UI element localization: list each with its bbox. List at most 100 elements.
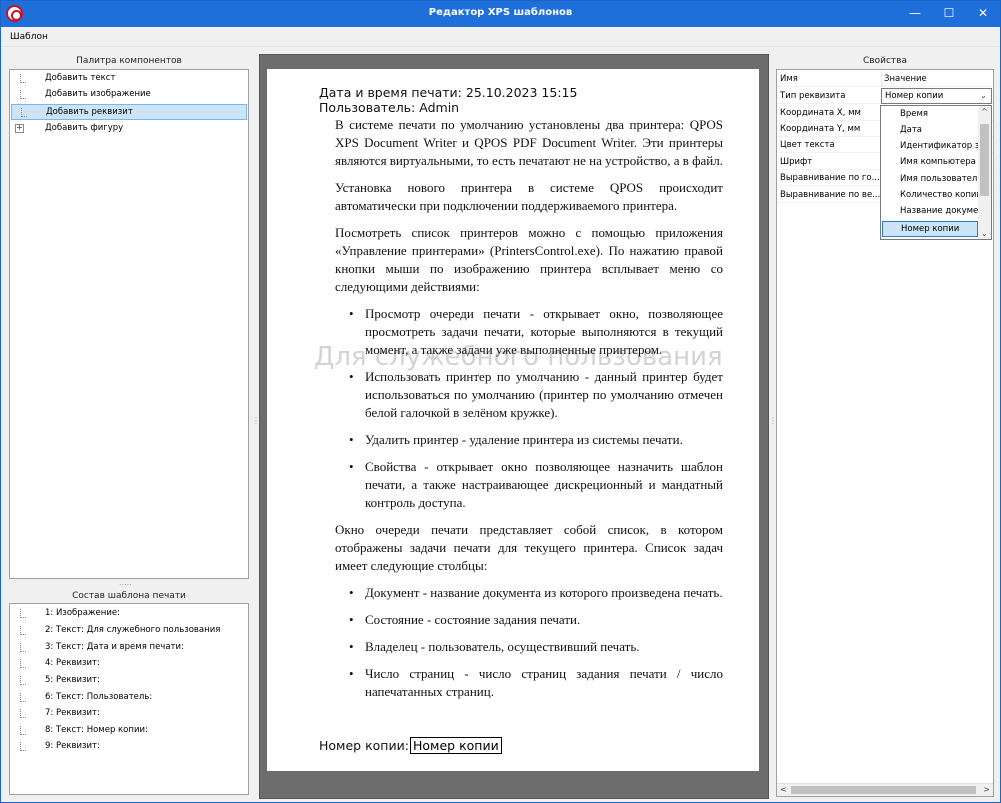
window-title: Редактор XPS шаблонов <box>428 7 573 18</box>
dropdown-scrollbar[interactable]: ^ ⌄ <box>978 106 991 239</box>
tree-line <box>20 709 26 718</box>
title-bar: Редактор XPS шаблонов — ☐ ✕ <box>1 1 1000 27</box>
tree-line <box>20 742 26 751</box>
list-item: Документ - название документа из которог… <box>335 584 723 602</box>
composition-item-label: 7: Реквизит: <box>45 708 100 718</box>
tree-line <box>20 74 26 83</box>
dropdown-option[interactable]: Имя компьютера <box>882 155 978 171</box>
list-item: Использовать принтер по умолчанию - данн… <box>335 368 723 422</box>
dropdown-option-selected[interactable]: Номер копии <box>882 221 978 237</box>
composition-item-label: 8: Текст: Номер копии: <box>45 725 148 735</box>
user-text[interactable]: Пользователь: Admin <box>319 100 459 115</box>
composition-item-label: 5: Реквизит: <box>45 675 100 685</box>
composition-item[interactable]: 5: Реквизит: <box>11 673 247 689</box>
composition-item[interactable]: 1: Изображение: <box>11 606 247 622</box>
property-name: Выравнивание по ве... <box>780 190 881 200</box>
composition-item[interactable]: 2: Текст: Для служебного пользования <box>11 623 247 639</box>
composition-item[interactable]: 7: Реквизит: <box>11 706 247 722</box>
palette-item-add-shape[interactable]: + Добавить фигуру <box>11 121 247 137</box>
requisite-type-dropdown: Время Дата Идентификатор за Имя компьюте… <box>880 105 992 240</box>
close-button[interactable]: ✕ <box>966 1 1000 27</box>
dropdown-option[interactable]: Время <box>882 107 978 123</box>
requisite-type-combo[interactable]: Номер копии ⌄ <box>881 88 992 104</box>
user-label: Пользователь: <box>319 100 416 115</box>
maximize-button[interactable]: ☐ <box>932 1 966 27</box>
composition-item-label: 9: Реквизит: <box>45 741 100 751</box>
composition-item-label: 2: Текст: Для служебного пользования <box>45 625 221 635</box>
palette-item-add-image[interactable]: Добавить изображение <box>11 87 247 103</box>
composition-tree: 1: Изображение: 2: Текст: Для служебного… <box>9 603 249 795</box>
property-name: Выравнивание по го... <box>780 173 880 183</box>
properties-title: Свойства <box>863 56 907 66</box>
dropdown-option[interactable]: Количество копий <box>882 188 978 204</box>
dropdown-option[interactable]: Дата <box>882 123 978 139</box>
minimize-button[interactable]: — <box>898 1 932 27</box>
user-value: Admin <box>419 100 460 115</box>
document-body[interactable]: В системе печати по умолчанию установлен… <box>335 116 723 710</box>
composition-item[interactable]: 3: Текст: Дата и время печати: <box>11 640 247 656</box>
composition-item[interactable]: 9: Реквизит: <box>11 739 247 755</box>
dropdown-option[interactable]: Название докумен <box>882 204 978 220</box>
header-value: Значение <box>881 71 993 87</box>
splitter-grip-icon[interactable]: ..... <box>119 578 132 587</box>
property-name: Цвет текста <box>780 140 835 150</box>
combo-value: Номер копии <box>885 91 944 101</box>
palette-item-label: Добавить фигуру <box>45 123 124 133</box>
property-name: Координата Y, мм <box>780 124 861 134</box>
copy-number-label[interactable]: Номер копии: <box>319 738 409 753</box>
paragraph: Посмотреть список принтеров можно с помо… <box>335 225 723 294</box>
chevron-down-icon[interactable]: ⌄ <box>980 89 987 103</box>
bullet-list: Просмотр очереди печати - открывает окно… <box>335 305 723 512</box>
scroll-down-icon[interactable]: ⌄ <box>981 229 988 238</box>
list-item: Состояние - состояние задания печати. <box>335 611 723 629</box>
list-item: Свойства - открывает окно позволяющее на… <box>335 458 723 512</box>
tree-line <box>20 626 26 635</box>
palette-item-add-requisite[interactable]: Добавить реквизит <box>11 104 247 120</box>
list-item: Удалить принтер - удаление принтера из с… <box>335 431 723 449</box>
palette-item-label: Добавить изображение <box>45 89 151 99</box>
menu-template[interactable]: Шаблон <box>10 32 48 42</box>
composition-item[interactable]: 8: Текст: Номер копии: <box>11 723 247 739</box>
property-name: Координата X, мм <box>780 108 861 118</box>
property-name: Шрифт <box>780 157 813 167</box>
properties-header: Имя Значение <box>777 71 993 87</box>
composition-item-label: 6: Текст: Пользователь: <box>45 692 153 702</box>
dropdown-option[interactable]: Идентификатор за <box>882 139 978 155</box>
dropdown-scroll-thumb[interactable] <box>980 124 989 196</box>
scroll-left-icon[interactable]: < <box>780 785 787 794</box>
bullet-list: Документ - название документа из которог… <box>335 584 723 701</box>
copy-number-requisite[interactable]: Номер копии <box>410 737 502 754</box>
composition-item-label: 3: Текст: Дата и время печати: <box>45 642 184 652</box>
expand-icon[interactable]: + <box>15 124 24 133</box>
tree-line <box>20 90 26 99</box>
tree-line <box>20 643 26 652</box>
tree-line <box>20 659 26 668</box>
palette-title: Палитра компонентов <box>76 56 182 66</box>
palette-item-label: Добавить текст <box>45 73 116 83</box>
horizontal-scrollbar[interactable]: < > <box>777 783 993 796</box>
print-time-label: Дата и время печати: <box>319 85 462 100</box>
composition-item-label: 4: Реквизит: <box>45 658 100 668</box>
paragraph: В системе печати по умолчанию установлен… <box>335 117 723 168</box>
scroll-thumb[interactable] <box>791 786 976 794</box>
paragraph: Окно очереди печати представляет собой с… <box>335 522 723 573</box>
composition-item[interactable]: 6: Текст: Пользователь: <box>11 690 247 706</box>
app-window: Редактор XPS шаблонов — ☐ ✕ Шаблон Палит… <box>0 0 1001 803</box>
tree-line <box>20 609 26 618</box>
tree-line <box>20 676 26 685</box>
composition-item-label: 1: Изображение: <box>45 608 120 618</box>
palette-item-add-text[interactable]: Добавить текст <box>11 71 247 87</box>
dropdown-option[interactable]: Имя пользователя <box>882 172 978 188</box>
list-item: Просмотр очереди печати - открывает окно… <box>335 305 723 359</box>
print-time-value: 25.10.2023 15:15 <box>465 85 578 100</box>
list-item: Число страниц - число страниц задания пе… <box>335 665 723 701</box>
list-item: Владелец - пользователь, осуществивший п… <box>335 638 723 656</box>
scroll-up-icon[interactable]: ^ <box>981 107 988 116</box>
paragraph: Установка нового принтера в системе QPOS… <box>335 180 723 213</box>
scroll-right-icon[interactable]: > <box>983 785 990 794</box>
print-time-text[interactable]: Дата и время печати: 25.10.2023 15:15 <box>319 85 577 100</box>
tree-line <box>20 693 26 702</box>
composition-item[interactable]: 4: Реквизит: <box>11 656 247 672</box>
menu-bar: Шаблон <box>1 27 1000 47</box>
tree-line <box>21 108 27 117</box>
